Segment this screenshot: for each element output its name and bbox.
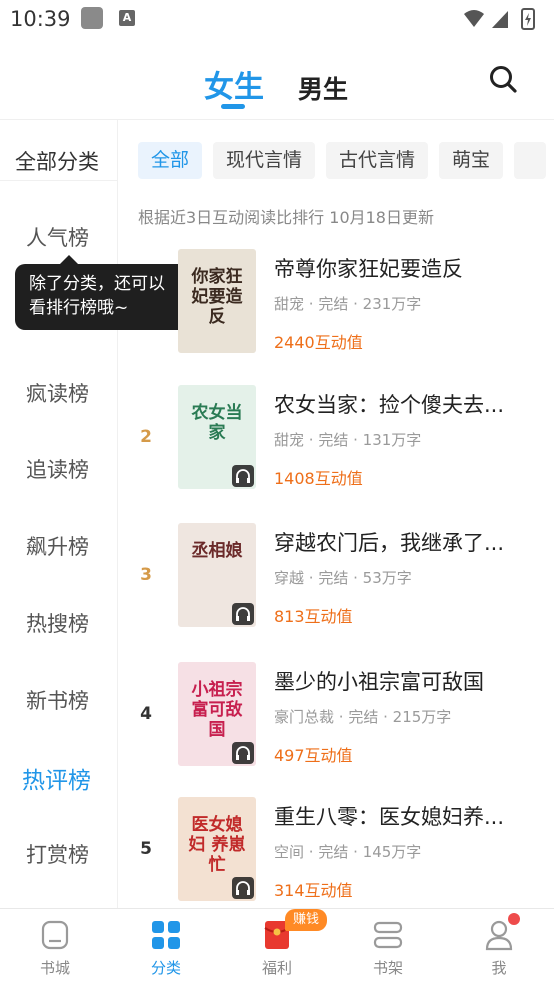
book-cover: 农女当家 — [178, 385, 256, 489]
sidebar-item-hot-comments[interactable]: 热评榜 — [22, 761, 91, 795]
rank-number: 2 — [140, 427, 152, 447]
nav-label: 分类 — [150, 959, 181, 977]
nav-label: 书架 — [372, 959, 403, 977]
cover-title-art: 小祖宗 富可敌国 — [191, 680, 243, 740]
nav-profile[interactable]: 我 — [444, 909, 554, 986]
bookshelf-icon — [373, 921, 403, 949]
book-cover: 小祖宗 富可敌国 — [178, 662, 256, 766]
sidebar-item-follow-read[interactable]: 追读榜 — [26, 454, 89, 484]
book-score: 314互动值 — [274, 881, 353, 900]
nav-label: 书城 — [39, 959, 70, 977]
earn-badge: 赚钱 — [285, 909, 327, 931]
rank-number: 4 — [140, 704, 152, 724]
chip-ancient-romance[interactable]: 古代言情 — [326, 142, 429, 179]
book-title: 穿越农门后，我继承了... — [274, 531, 505, 555]
gender-tabs: 女生 男生 — [0, 38, 554, 120]
list-item[interactable]: 3 丞相娘 穿越农门后，我继承了... 穿越 · 完结 · 53万字 813互动… — [118, 523, 554, 643]
headphones-icon — [232, 742, 254, 764]
notification-dot — [508, 913, 520, 925]
cover-title-art: 丞相娘 — [191, 541, 243, 561]
sidebar-all-categories[interactable]: 全部分类 — [15, 146, 99, 176]
nav-bookstore[interactable]: 书城 — [0, 909, 110, 986]
bookstore-icon — [41, 920, 69, 950]
book-score: 1408互动值 — [274, 469, 363, 488]
category-chips: 全部 现代言情 古代言情 萌宝 — [138, 142, 554, 182]
tab-female[interactable]: 女生 — [204, 62, 264, 106]
book-cover: 医女媳妇 养崽忙 — [178, 797, 256, 901]
sidebar-item-rising[interactable]: 飙升榜 — [26, 531, 89, 561]
book-title: 帝尊你家狂妃要造反 — [274, 257, 463, 281]
category-grid-icon — [152, 921, 180, 949]
book-score: 2440互动值 — [274, 333, 363, 352]
search-icon[interactable] — [486, 62, 520, 96]
book-title: 农女当家：捡个傻夫去... — [274, 393, 505, 417]
sidebar-item-hot-search[interactable]: 热搜榜 — [26, 608, 89, 638]
rank-number: 5 — [140, 839, 152, 859]
rank-number: 3 — [140, 565, 152, 585]
book-score: 813互动值 — [274, 607, 353, 626]
sidebar-item-popular[interactable]: 人气榜 — [26, 222, 89, 252]
tab-male[interactable]: 男生 — [298, 70, 348, 106]
chip-more[interactable] — [514, 142, 547, 179]
notification-square-icon — [81, 7, 103, 29]
nav-category[interactable]: 分类 — [111, 909, 221, 986]
book-meta: 甜宠 · 完结 · 231万字 — [274, 295, 422, 313]
sidebar-item-tips[interactable]: 打赏榜 — [26, 839, 89, 869]
nav-label: 福利 — [261, 959, 292, 977]
book-meta: 空间 · 完结 · 145万字 — [274, 843, 422, 861]
tooltip-arrow — [60, 255, 78, 264]
book-score: 497互动值 — [274, 746, 353, 765]
status-indicators-icon — [464, 8, 535, 30]
nav-label: 我 — [491, 959, 507, 977]
book-cover: 你家狂妃要造反 — [178, 249, 256, 353]
sidebar-item-new-books[interactable]: 新书榜 — [26, 685, 89, 715]
active-tab-indicator — [221, 104, 245, 109]
headphones-icon — [232, 465, 254, 487]
chip-all[interactable]: 全部 — [138, 142, 203, 179]
book-title: 重生八零：医女媳妇养... — [274, 805, 505, 829]
book-cover: 丞相娘 — [178, 523, 256, 627]
app-notification-icon: A — [119, 10, 135, 26]
cover-title-art: 农女当家 — [191, 403, 243, 443]
ranking-sidebar: 全部分类 人气榜 疯读榜 追读榜 飙升榜 热搜榜 新书榜 热评榜 打赏榜 — [0, 120, 118, 908]
chip-cute-baby[interactable]: 萌宝 — [439, 142, 504, 179]
book-meta: 甜宠 · 完结 · 131万字 — [274, 431, 422, 449]
list-item[interactable]: 5 医女媳妇 养崽忙 重生八零：医女媳妇养... 空间 · 完结 · 145万字… — [118, 797, 554, 917]
book-meta: 穿越 · 完结 · 53万字 — [274, 569, 412, 587]
cover-title-art: 医女媳妇 养崽忙 — [188, 815, 246, 875]
status-bar: 10:39 A — [0, 0, 554, 38]
list-item[interactable]: 你家狂妃要造反 帝尊你家狂妃要造反 甜宠 · 完结 · 231万字 2440互动… — [118, 249, 554, 369]
sidebar-divider — [0, 180, 118, 181]
headphones-icon — [232, 877, 254, 899]
bottom-nav: 书城 分类 福利 书架 我 赚钱 — [0, 908, 554, 986]
list-item[interactable]: 2 农女当家 农女当家：捡个傻夫去... 甜宠 · 完结 · 131万字 140… — [118, 385, 554, 505]
nav-bookshelf[interactable]: 书架 — [333, 909, 443, 986]
book-title: 墨少的小祖宗富可敌国 — [274, 670, 484, 694]
chip-modern-romance[interactable]: 现代言情 — [213, 142, 316, 179]
ranking-note: 根据近3日互动阅读比排行 10月18日更新 — [138, 208, 434, 227]
sidebar-item-crazy-read[interactable]: 疯读榜 — [26, 378, 89, 408]
list-item[interactable]: 4 小祖宗 富可敌国 墨少的小祖宗富可敌国 豪门总裁 · 完结 · 215万字 … — [118, 662, 554, 782]
cover-title-art: 你家狂妃要造反 — [191, 267, 243, 327]
book-meta: 豪门总裁 · 完结 · 215万字 — [274, 708, 452, 726]
status-time: 10:39 — [10, 7, 71, 31]
headphones-icon — [232, 603, 254, 625]
